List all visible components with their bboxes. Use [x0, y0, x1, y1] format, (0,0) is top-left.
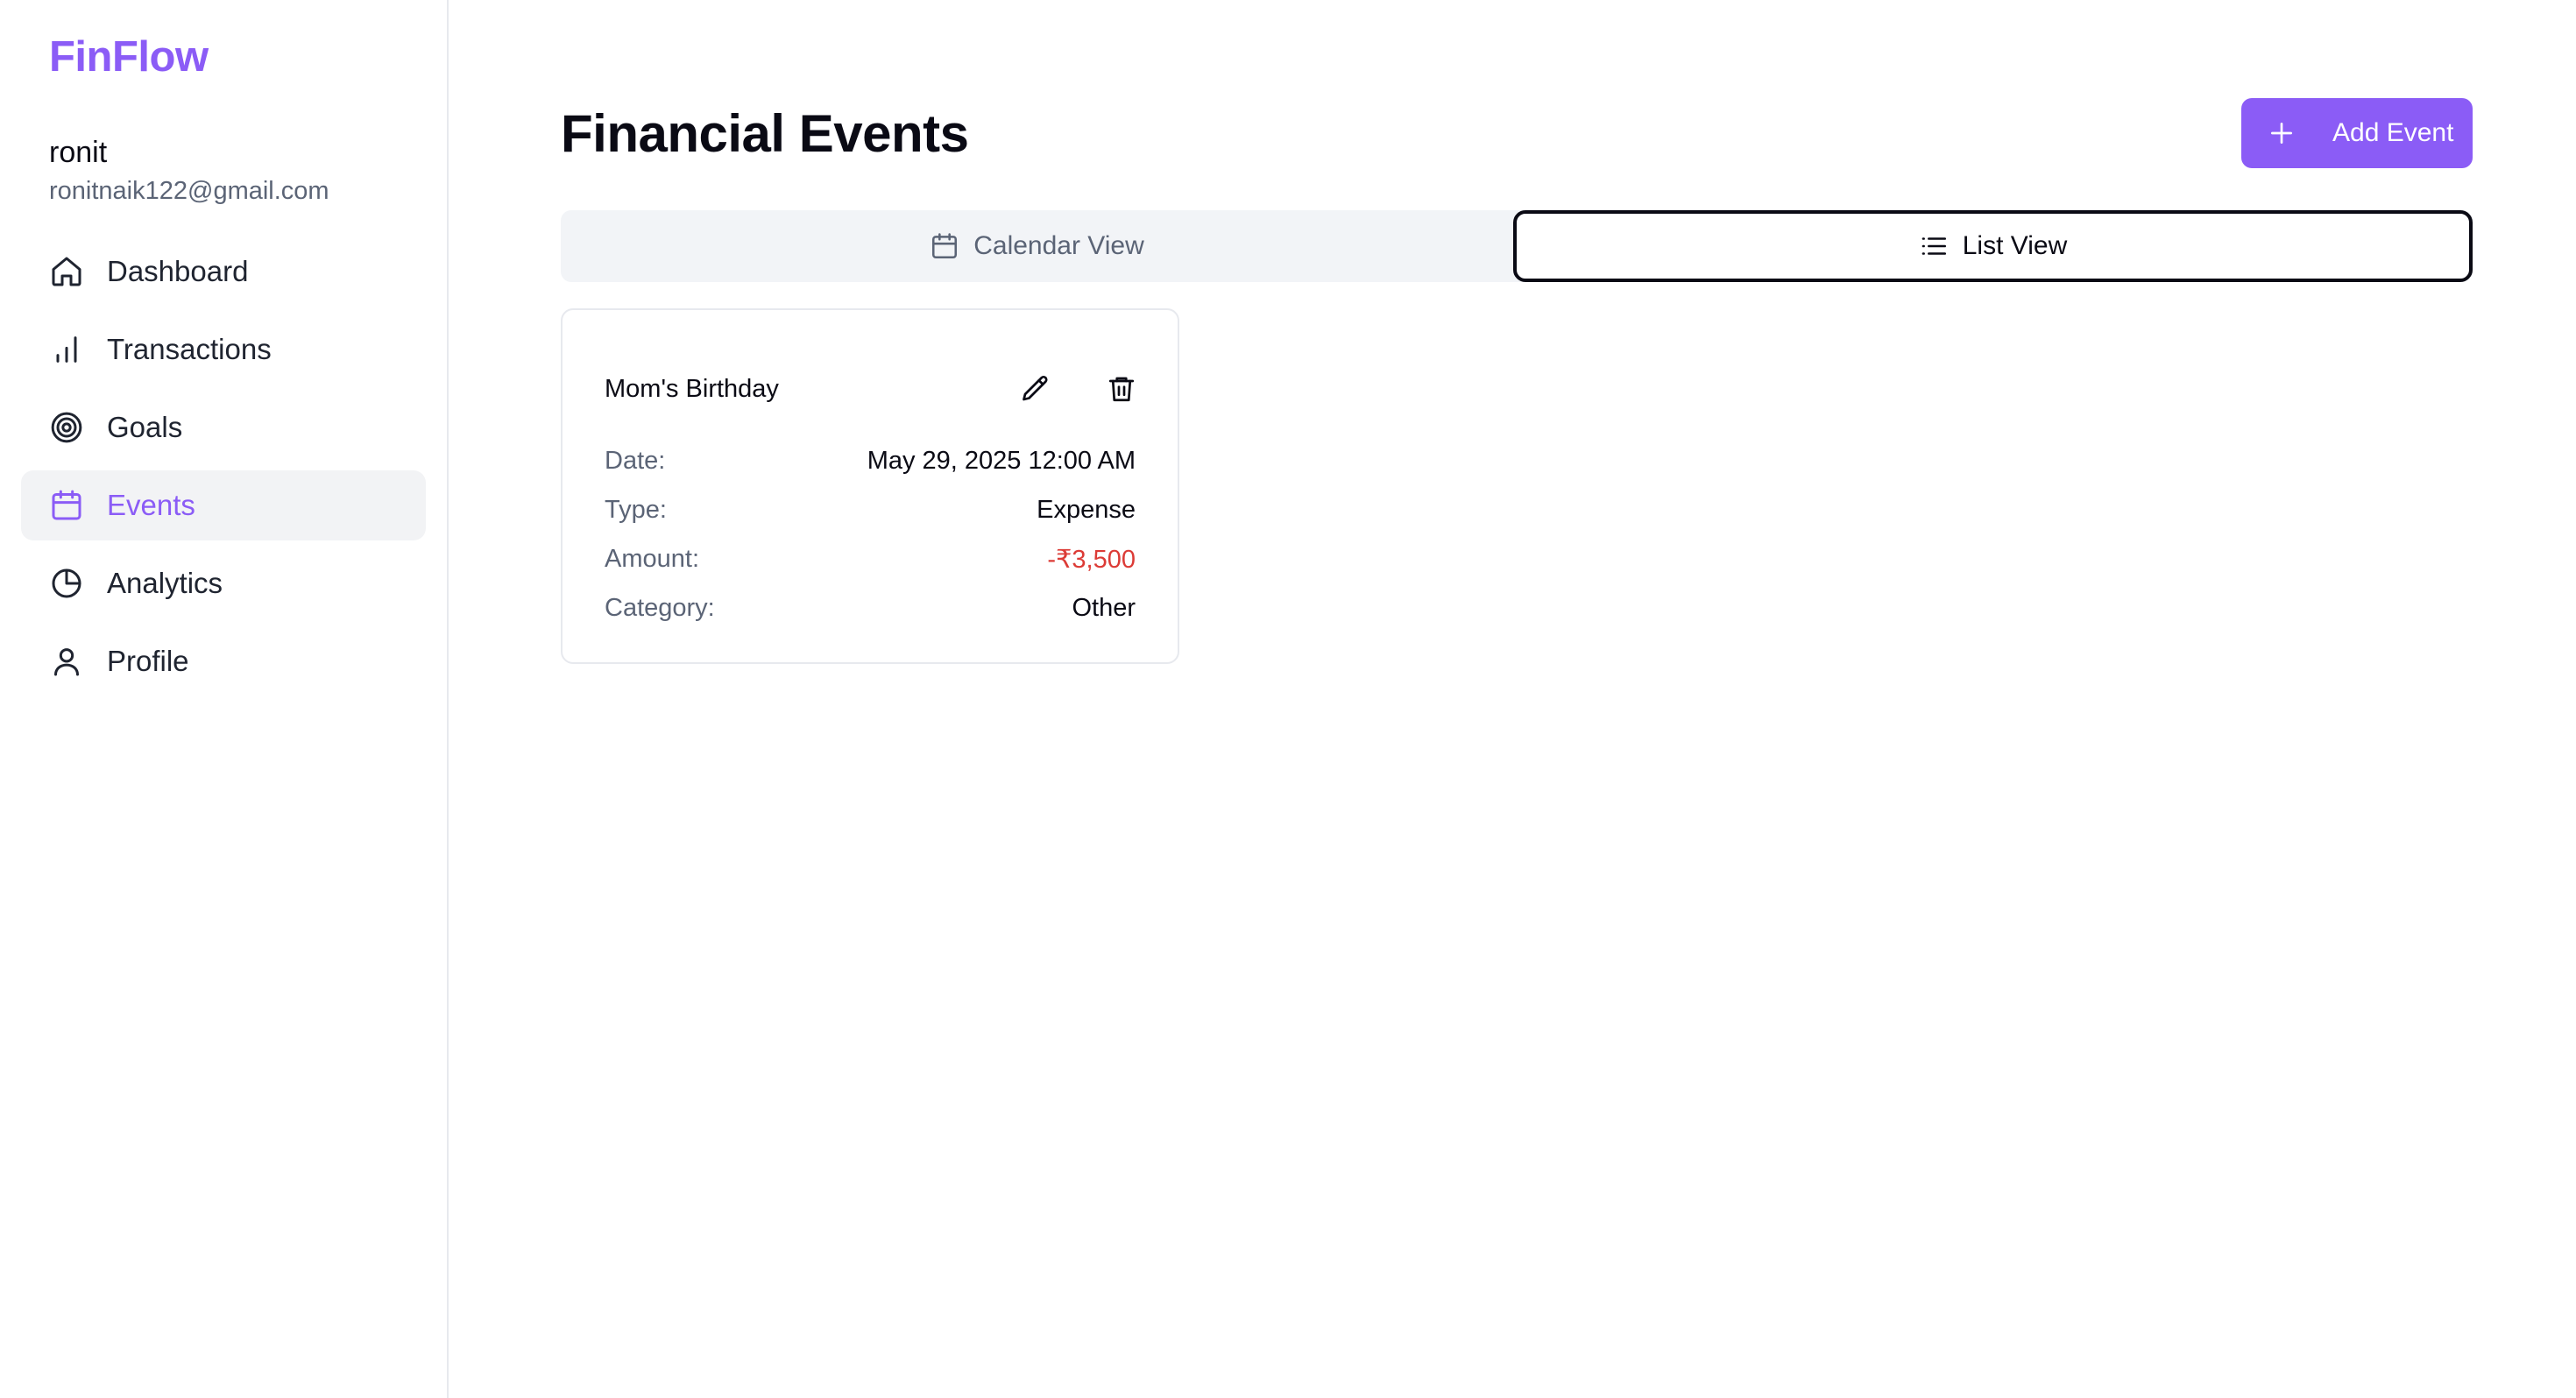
date-label: Date: [605, 446, 666, 475]
sidebar-item-label: Goals [107, 411, 183, 443]
sidebar-item-label: Analytics [107, 567, 223, 599]
delete-event-button[interactable] [1095, 363, 1148, 415]
target-icon [49, 410, 84, 445]
home-icon [49, 254, 84, 289]
sidebar-item-label: Dashboard [107, 255, 249, 287]
event-detail-row: Type: Expense [605, 485, 1136, 534]
sidebar-item-label: Profile [107, 645, 189, 677]
calendar-icon [932, 233, 958, 259]
sidebar-item-transactions[interactable]: Transactions [21, 314, 426, 385]
list-icon [1921, 237, 1946, 255]
user-info: ronit ronitnaik122@gmail.com [21, 135, 426, 207]
add-event-label: Add Event [2332, 118, 2454, 147]
event-title: Mom's Birthday [605, 374, 779, 403]
sidebar-item-goals[interactable]: Goals [21, 392, 426, 462]
trash-icon [1108, 377, 1135, 402]
event-detail-row: Category: Other [605, 583, 1136, 632]
tab-list-view[interactable]: List View [1513, 210, 2473, 282]
user-icon [49, 644, 84, 679]
page-title: Financial Events [561, 104, 969, 163]
event-details: Date: May 29, 2025 12:00 AM Type: Expens… [605, 436, 1136, 632]
plus-icon [2271, 123, 2292, 144]
calendar-icon [49, 488, 84, 523]
main-content: Financial Events Add Event Calendar View… [449, 0, 2576, 1398]
add-event-button[interactable]: Add Event [2241, 98, 2473, 168]
event-detail-row: Date: May 29, 2025 12:00 AM [605, 436, 1136, 485]
event-card-header: Mom's Birthday [605, 363, 1136, 415]
edit-event-button[interactable] [1009, 363, 1062, 415]
sidebar-item-label: Transactions [107, 333, 272, 365]
amount-value: -₹3,500 [1047, 545, 1136, 574]
view-tabs: Calendar View List View [561, 210, 2473, 282]
sidebar-item-analytics[interactable]: Analytics [21, 548, 426, 618]
date-value: May 29, 2025 12:00 AM [867, 446, 1136, 475]
sidebar-nav: Dashboard Transactions Goals Events Anal… [21, 237, 426, 696]
event-card: Mom's Birthday Date: May 29, 2025 12:00 … [561, 308, 1179, 664]
category-label: Category: [605, 593, 715, 622]
tab-calendar-view[interactable]: Calendar View [561, 210, 1513, 282]
sidebar-item-events[interactable]: Events [21, 470, 426, 540]
brand-logo[interactable]: FinFlow [21, 33, 426, 81]
pencil-icon [1023, 375, 1048, 401]
app-root: FinFlow ronit ronitnaik122@gmail.com Das… [0, 0, 2576, 1398]
type-label: Type: [605, 495, 667, 524]
bar-chart-icon [49, 332, 84, 367]
tab-label: Calendar View [973, 231, 1144, 260]
type-value: Expense [1037, 495, 1136, 524]
user-email: ronitnaik122@gmail.com [49, 177, 329, 205]
sidebar: FinFlow ronit ronitnaik122@gmail.com Das… [0, 0, 449, 1398]
sidebar-item-label: Events [107, 489, 195, 521]
sidebar-item-profile[interactable]: Profile [21, 626, 426, 696]
sidebar-item-dashboard[interactable]: Dashboard [21, 237, 426, 307]
pie-chart-icon [49, 566, 84, 601]
category-value: Other [1072, 593, 1136, 622]
amount-label: Amount: [605, 544, 699, 573]
event-detail-row: Amount: -₹3,500 [605, 534, 1136, 583]
tab-label: List View [1962, 231, 2068, 260]
user-name: ronit [49, 136, 108, 169]
